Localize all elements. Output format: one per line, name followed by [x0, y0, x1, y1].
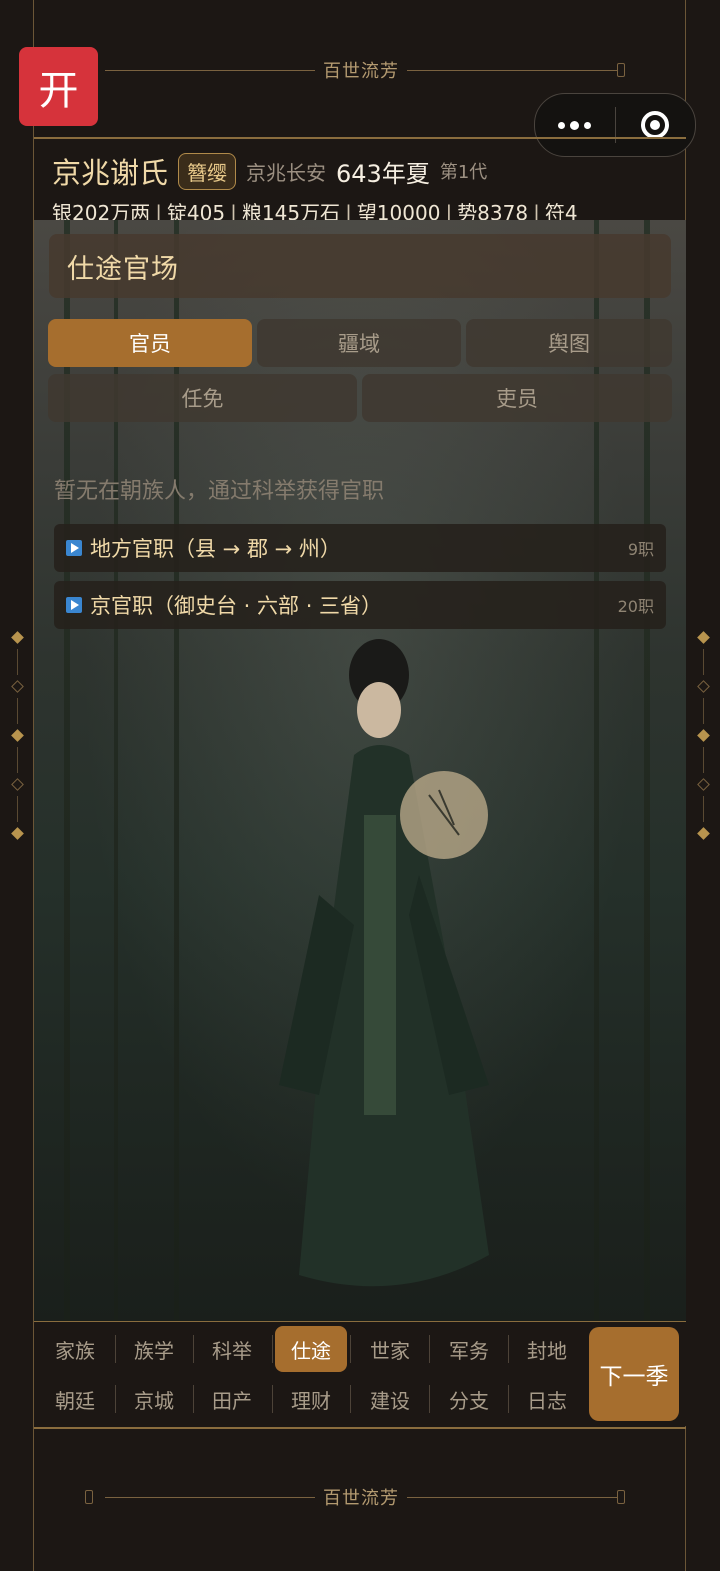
open-button[interactable]: 开: [19, 47, 98, 126]
nav-log[interactable]: 日志: [511, 1376, 583, 1422]
nav-capital[interactable]: 京城: [118, 1376, 190, 1422]
category-label: 京官职（御史台 · 六部 · 三省）: [90, 594, 383, 618]
category-local-offices[interactable]: 地方官职（县 → 郡 → 州） 9职: [54, 524, 666, 572]
panel-title: 仕途官场: [49, 234, 671, 298]
clan-name: 京兆谢氏: [52, 156, 169, 190]
category-count: 20职: [617, 597, 654, 616]
left-ornament: [10, 631, 24, 840]
nav-exams[interactable]: 科举: [196, 1326, 268, 1372]
game-date: 643年夏: [336, 159, 430, 188]
tab-clerks[interactable]: 吏员: [362, 374, 672, 422]
main-panel: 仕途官场 官员 疆域 舆图 任免 吏员 暂无在朝族人，通过科举获得官职 地方官职…: [34, 220, 686, 1322]
bottom-navigation: 家族 族学 科举 仕途 世家 军务 封地 朝廷 京城 田产 理财 建设 分支 日…: [34, 1322, 686, 1426]
rank-badge: 簪缨: [178, 152, 237, 190]
category-count: 9职: [627, 540, 654, 559]
expand-arrow-icon: [66, 597, 82, 613]
generation-label: 第1代: [439, 162, 488, 183]
header-top-divider: [34, 137, 686, 139]
tab-officials[interactable]: 官员: [48, 319, 252, 367]
top-banner: 百世流芳: [105, 59, 625, 82]
banner-end-cap: [617, 1490, 625, 1504]
expand-arrow-icon: [66, 540, 82, 556]
close-target-icon[interactable]: [616, 111, 696, 139]
mini-program-capsule: [534, 93, 696, 157]
nav-fief[interactable]: 封地: [511, 1326, 583, 1372]
category-label: 地方官职（县 → 郡 → 州）: [90, 537, 341, 561]
next-season-button[interactable]: 下一季: [589, 1327, 679, 1421]
bottom-banner-text: 百世流芳: [323, 1488, 399, 1509]
nav-noble-houses[interactable]: 世家: [354, 1326, 426, 1372]
tab-territory[interactable]: 疆域: [257, 319, 461, 367]
empty-officials-message: 暂无在朝族人，通过科举获得官职: [54, 479, 385, 504]
category-capital-offices[interactable]: 京官职（御史台 · 六部 · 三省） 20职: [54, 581, 666, 629]
nav-family[interactable]: 家族: [39, 1326, 111, 1372]
nav-military[interactable]: 军务: [433, 1326, 505, 1372]
nav-estates[interactable]: 田产: [196, 1376, 268, 1422]
nav-branches[interactable]: 分支: [433, 1376, 505, 1422]
lady-figure-illustration: [279, 639, 489, 1287]
right-ornament: [696, 631, 710, 840]
bottom-banner: 百世流芳: [85, 1486, 625, 1509]
banner-end-cap: [617, 63, 625, 77]
nav-finance[interactable]: 理财: [275, 1376, 347, 1422]
top-banner-text: 百世流芳: [323, 61, 399, 82]
clan-location: 京兆长安: [246, 160, 327, 185]
nav-clan-school[interactable]: 族学: [118, 1326, 190, 1372]
nav-construction[interactable]: 建设: [354, 1376, 426, 1422]
clan-header: 京兆谢氏 簪缨 京兆长安 643年夏 第1代: [52, 150, 487, 192]
nav-bottom-divider: [34, 1427, 686, 1429]
nav-career[interactable]: 仕途: [275, 1326, 347, 1372]
tab-map[interactable]: 舆图: [466, 319, 672, 367]
nav-court[interactable]: 朝廷: [39, 1376, 111, 1422]
tab-appointment[interactable]: 任免: [48, 374, 357, 422]
more-icon[interactable]: [535, 120, 615, 130]
banner-end-cap: [85, 1490, 93, 1504]
